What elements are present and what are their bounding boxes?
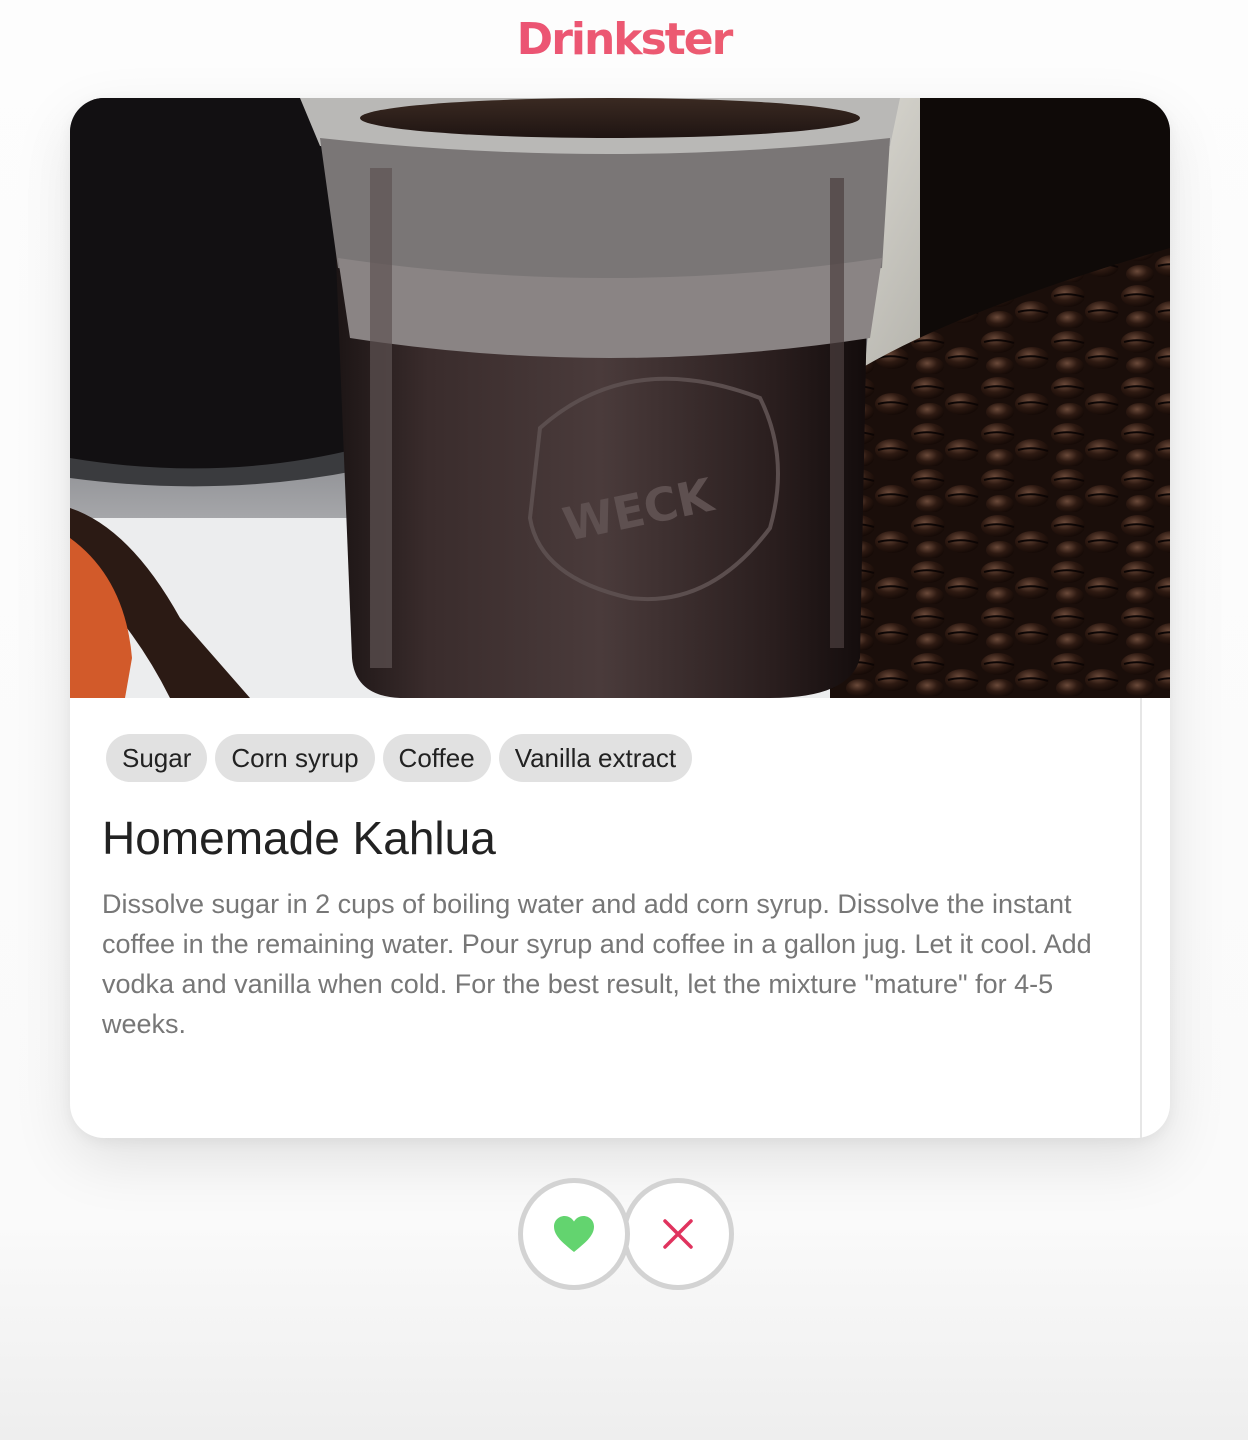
heart-icon (554, 1216, 594, 1252)
dislike-button[interactable] (622, 1178, 734, 1290)
swipe-actions (518, 1178, 734, 1290)
card-edge-divider (1140, 698, 1142, 1138)
ingredient-tags: Sugar Corn syrup Coffee Vanilla extract (106, 734, 693, 782)
like-button[interactable] (518, 1178, 630, 1290)
ingredient-tag: Vanilla extract (498, 734, 693, 782)
drink-card[interactable]: WECK Sugar Corn syrup Coffee Vanilla ext… (70, 98, 1170, 1138)
drink-photo: WECK (70, 98, 1170, 698)
ingredient-tag: Sugar (106, 734, 208, 782)
ingredient-tag: Coffee (382, 734, 491, 782)
app-logo: Drinkster (0, 12, 1248, 68)
drink-description: Dissolve sugar in 2 cups of boiling wate… (102, 889, 1092, 1039)
ingredient-tag: Corn syrup (215, 734, 375, 782)
drink-title: Homemade Kahlua (102, 812, 496, 864)
close-icon (663, 1219, 693, 1249)
app-root: Drinkster WECK Sugar Corn syrup Coffee V… (0, 0, 1248, 1440)
